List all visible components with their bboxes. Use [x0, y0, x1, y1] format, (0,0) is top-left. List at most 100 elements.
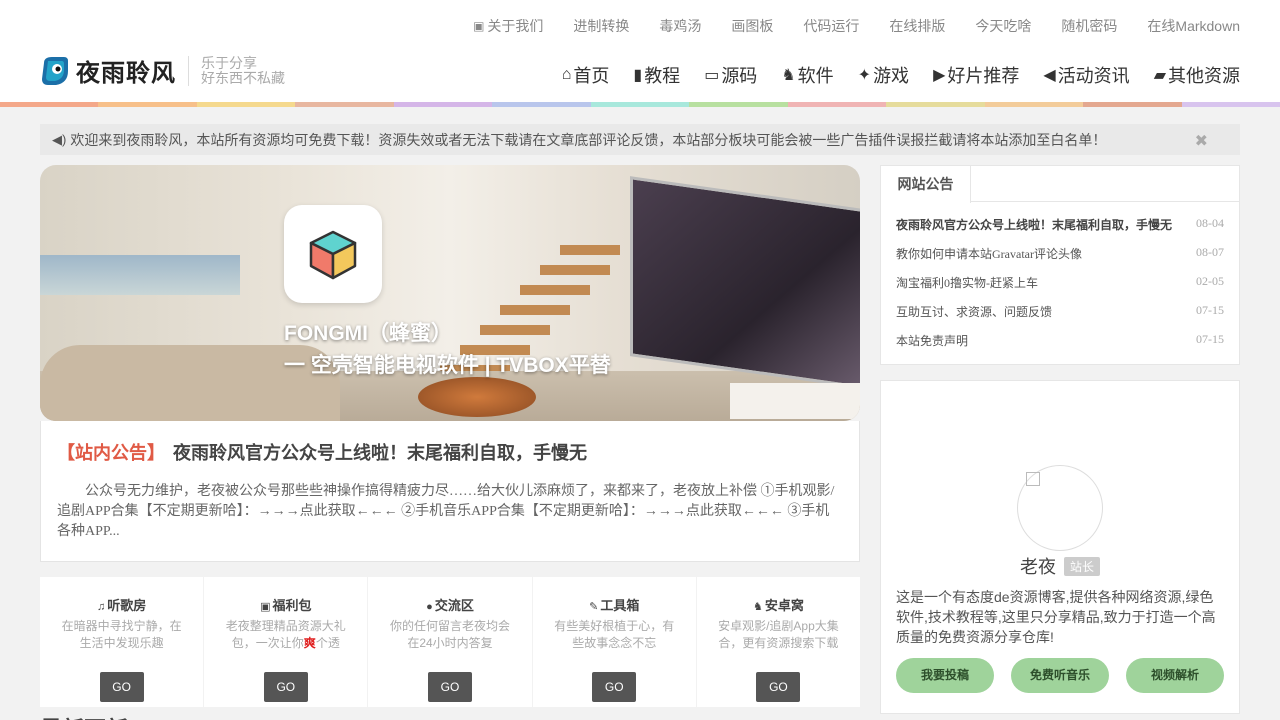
nav-item-tutorials[interactable]: ▮ 教程 — [633, 62, 680, 88]
announcement-tabbar: 网站公告 — [881, 166, 1239, 203]
card-welfare: ▣ 福利包 老夜整理精品资源大礼包，一次让你爽个透 GO — [204, 577, 368, 707]
banner-tv-cabinet — [730, 383, 860, 419]
bookmark-icon: ▮ — [633, 67, 643, 84]
top-link-drawing-board[interactable]: 画图板 — [731, 16, 773, 36]
android-icon: ♞ — [752, 601, 763, 613]
gamepad-icon: ✦ — [857, 67, 872, 84]
rainbow-segment — [787, 102, 887, 107]
rainbow-segment — [1181, 102, 1280, 107]
notice-text: 欢迎来到夜雨聆风，本站所有资源均可免费下载！资源失效或者无法下载请在文章底部评论… — [70, 131, 1107, 148]
rainbow-divider — [0, 102, 1280, 107]
list-item[interactable]: 夜雨聆风官方公众号上线啦！末尾福利自取，手慢无 08-04 — [896, 216, 1224, 245]
card-title: ✎ 工具箱 — [589, 598, 640, 613]
folder-open-icon: ▰ — [1153, 67, 1166, 84]
post-title[interactable]: 【站内公告】 夜雨聆风官方公众号上线啦！末尾福利自取，手慢无 — [57, 439, 843, 465]
brand-name: 夜雨聆风 — [76, 59, 176, 87]
announcement-panel: 网站公告 夜雨聆风官方公众号上线啦！末尾福利自取，手慢无 08-04 教你如何申请… — [880, 165, 1240, 365]
post-tag: 【站内公告】 — [57, 443, 165, 463]
card-desc: 在暗器中寻找宁静，在生活中发现乐趣 — [61, 619, 182, 650]
free-music-button[interactable]: 免费听音乐 — [1011, 658, 1109, 693]
top-link-random-password[interactable]: 随机密码 — [1061, 16, 1117, 36]
broken-image-icon — [1026, 472, 1040, 486]
feature-cards: ♫ 听歌房 在暗器中寻找宁静，在生活中发现乐趣 GO ▣ 福利包 老夜整理精品资源大… — [40, 577, 861, 707]
list-item[interactable]: 互助互讨、求资源、问题反馈 07-15 — [896, 303, 1224, 332]
card-title: ♫ 听歌房 — [96, 598, 147, 613]
go-button[interactable]: GO — [592, 672, 637, 702]
card-title: ▣ 福利包 — [260, 598, 312, 613]
cube-icon — [309, 230, 357, 280]
top-link-code-run[interactable]: 代码运行 — [803, 16, 859, 36]
submit-post-button[interactable]: 我要投稿 — [896, 658, 994, 693]
top-link-what-to-eat[interactable]: 今天吃啥 — [975, 16, 1031, 36]
post-title-text: 夜雨聆风官方公众号上线啦！末尾福利自取，手慢无 — [173, 443, 587, 463]
rainbow-segment — [886, 102, 985, 107]
top-link-typesetting[interactable]: 在线排版 — [889, 16, 945, 36]
speaker-icon: ◀) — [52, 131, 67, 147]
card-title: ♞ 安卓窝 — [752, 598, 804, 613]
card-desc: 你的任何留言老夜均会在24小时内答复 — [390, 619, 511, 650]
author-profile: 老夜 站长 这是一个有态度de资源博客,提供各种网络资源,绿色软件,技术教程等,这… — [880, 380, 1240, 714]
top-links: ▣ 关于我们 进制转换 毒鸡汤 画图板 代码运行 在线排版 今天吃啥 随机密码 在… — [473, 16, 1240, 36]
close-icon[interactable]: ✖ — [1195, 131, 1208, 151]
notice-bar: ◀) 欢迎来到夜雨聆风，本站所有资源均可免费下载！资源失效或者无法下载请在文章底… — [40, 124, 1240, 155]
rainbow-segment — [98, 102, 197, 107]
nav-item-movies[interactable]: ▶ 好片推荐 — [933, 62, 1019, 88]
rainbow-segment — [689, 102, 788, 107]
app-logo — [284, 205, 382, 303]
hero-banner[interactable]: FONGMI（蜂蜜） 一 空壳智能电视软件 | TVBOX平替 — [40, 165, 860, 421]
list-item[interactable]: 淘宝福利0撸实物-赶紧上车 02-05 — [896, 274, 1224, 303]
list-item[interactable]: 本站免责声明 07-15 — [896, 332, 1224, 361]
list-item[interactable]: 教你如何申请本站Gravatar评论头像 08-07 — [896, 245, 1224, 274]
card-music: ♫ 听歌房 在暗器中寻找宁静，在生活中发现乐趣 GO — [40, 577, 204, 707]
top-link-about[interactable]: ▣ 关于我们 — [473, 16, 543, 36]
go-button[interactable]: GO — [756, 672, 801, 702]
card-desc: 老夜整理精品资源大礼包，一次让你爽个透 — [225, 619, 346, 650]
banner-title: FONGMI（蜂蜜） — [284, 322, 452, 345]
featured-post[interactable]: 【站内公告】 夜雨聆风官方公众号上线啦！末尾福利自取，手慢无 公众号无力维护，老夜… — [40, 421, 860, 562]
card-desc: 有些美好根植于心，有些故事念念不忘 — [554, 619, 675, 650]
android-icon: ♞ — [781, 67, 796, 84]
slogan-line-2: 好东西不私藏 — [201, 69, 285, 86]
home-icon: ⌂ — [561, 66, 572, 83]
go-button[interactable]: GO — [99, 672, 144, 702]
nav-item-games[interactable]: ✦ 游戏 — [858, 62, 909, 88]
nav-item-events[interactable]: ◀ 活动资讯 — [1043, 62, 1129, 88]
banner-coffee-table — [418, 377, 536, 417]
logo-mark-icon — [42, 56, 68, 85]
rainbow-segment — [295, 102, 394, 107]
card-title: ● 交流区 — [426, 598, 474, 613]
play-circle-icon: ▶ — [933, 67, 946, 84]
nav-item-other[interactable]: ▰ 其他资源 — [1154, 62, 1240, 88]
video-parse-button[interactable]: 视频解析 — [1126, 658, 1224, 693]
top-link-base-convert[interactable]: 进制转换 — [573, 16, 629, 36]
logo-divider — [188, 55, 189, 86]
card-android: ♞ 安卓窝 安卓观影/追剧App大集合，更有资源搜索下载 GO — [696, 577, 861, 707]
main-nav: ⌂ 首页 ▮ 教程 ▭ 源码 ♞ 软件 ✦ 游戏 ▶ 好片推荐 ◀ 活动资讯 ▰ 其他资源 — [538, 62, 1240, 88]
post-excerpt: 公众号无力维护，老夜被公众号那些些神操作搞得精疲力尽……给大伙儿添麻烦了，来都来… — [57, 484, 835, 539]
megaphone-icon: ◀ — [1043, 67, 1056, 84]
nav-item-home[interactable]: ⌂ 首页 — [562, 62, 610, 88]
go-button[interactable]: GO — [428, 672, 472, 702]
code-file-icon: ▭ — [704, 67, 720, 84]
author-description: 这是一个有态度de资源博客,提供各种网络资源,绿色软件,技术教程等,这里只分享精… — [896, 589, 1216, 645]
rainbow-segment — [0, 102, 99, 107]
go-button[interactable]: GO — [263, 672, 308, 702]
card-desc: 安卓观影/追剧App大集合，更有资源搜索下载 — [718, 619, 839, 650]
site-logo[interactable]: 夜雨聆风 乐于分享 好东西不私藏 — [40, 53, 285, 88]
rainbow-segment — [590, 102, 690, 107]
comments-icon: ● — [426, 601, 433, 613]
rainbow-segment — [393, 102, 493, 107]
banner-window — [40, 255, 240, 295]
card-toolbox: ✎ 工具箱 有些美好根植于心，有些故事念念不忘 GO — [532, 577, 696, 707]
role-badge: 站长 — [1063, 557, 1100, 576]
info-icon: ▣ — [473, 19, 485, 33]
avatar[interactable] — [1017, 465, 1103, 551]
top-link-markdown[interactable]: 在线Markdown — [1147, 16, 1240, 36]
card-community: ● 交流区 你的任何留言老夜均会在24小时内答复 GO — [368, 577, 532, 707]
tab-announcements[interactable]: 网站公告 — [881, 166, 971, 203]
top-link-chicken-soup[interactable]: 毒鸡汤 — [659, 16, 701, 36]
site-header: ▣ 关于我们 进制转换 毒鸡汤 画图板 代码运行 在线排版 今天吃啥 随机密码 在… — [0, 0, 1280, 107]
nav-item-software[interactable]: ♞ 软件 — [781, 62, 833, 88]
nav-item-source-code[interactable]: ▭ 源码 — [704, 62, 757, 88]
brand-slogan: 乐于分享 好东西不私藏 — [201, 55, 285, 86]
